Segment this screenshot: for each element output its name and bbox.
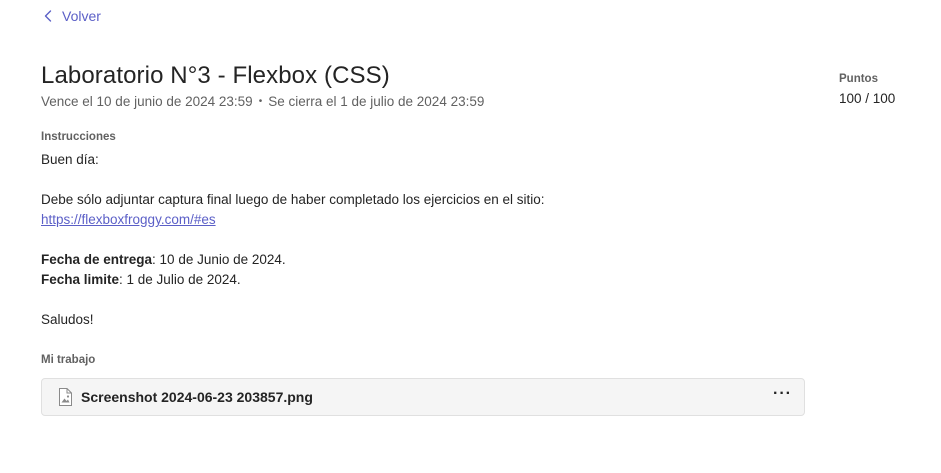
instructions-text: Debe sólo adjuntar captura final luego d… xyxy=(41,192,545,207)
delivery-label: Fecha de entrega xyxy=(41,252,153,267)
date-separator: • xyxy=(258,96,263,107)
more-options-button[interactable]: ··· xyxy=(773,386,792,405)
points-panel: Puntos 100 / 100 xyxy=(839,73,895,106)
limit-value: : 1 de Julio de 2024. xyxy=(119,272,241,287)
points-value: 100 / 100 xyxy=(839,91,896,106)
assignment-title: Laboratorio N°3 - Flexbox (CSS) xyxy=(41,62,390,89)
instructions-closing: Saludos! xyxy=(41,312,94,327)
file-name: Screenshot 2024-06-23 203857.png xyxy=(81,389,313,405)
instructions-label: Instrucciones xyxy=(41,131,116,143)
assignment-page: Volver Laboratorio N°3 - Flexbox (CSS) V… xyxy=(0,0,941,473)
instructions-body: Buen día: Debe sólo adjuntar captura fin… xyxy=(41,150,545,330)
exercise-link[interactable]: https://flexboxfroggy.com/#es xyxy=(41,212,216,227)
back-button[interactable]: Volver xyxy=(44,8,101,24)
limit-line: Fecha limite: 1 de Julio de 2024. xyxy=(41,270,545,290)
chevron-left-icon xyxy=(44,10,52,22)
image-file-icon xyxy=(57,388,73,406)
limit-label: Fecha limite xyxy=(41,272,120,287)
delivery-line: Fecha de entrega: 10 de Junio de 2024. xyxy=(41,250,545,270)
attached-file[interactable]: Screenshot 2024-06-23 203857.png ··· xyxy=(41,378,805,416)
delivery-value: : 10 de Junio de 2024. xyxy=(152,252,286,267)
assignment-dates: Vence el 10 de junio de 2024 23:59 • Se … xyxy=(41,94,484,109)
my-work-label: Mi trabajo xyxy=(41,354,96,366)
points-label: Puntos xyxy=(839,73,878,85)
due-date: Vence el 10 de junio de 2024 23:59 xyxy=(41,94,253,109)
instructions-greeting: Buen día: xyxy=(41,152,99,167)
close-date: Se cierra el 1 de julio de 2024 23:59 xyxy=(268,94,485,109)
back-label: Volver xyxy=(62,8,101,24)
